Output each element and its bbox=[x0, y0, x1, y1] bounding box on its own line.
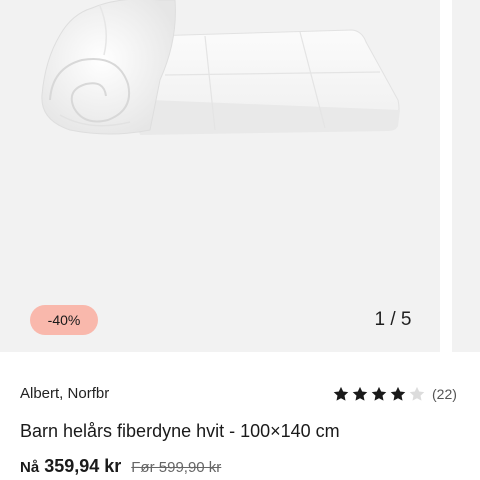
star-icon bbox=[352, 386, 368, 401]
discount-badge: -40% bbox=[30, 305, 98, 335]
product-image-gallery[interactable]: -40% 1 / 5 bbox=[0, 0, 440, 352]
price-row: Nå 359,94 kr Før 599,90 kr bbox=[20, 456, 221, 480]
product-image bbox=[41, 0, 400, 135]
star-icon bbox=[333, 386, 349, 401]
star-empty-icon bbox=[409, 386, 425, 401]
star-icon bbox=[390, 386, 406, 401]
image-pager: 1 / 5 bbox=[374, 309, 412, 330]
next-image-peek[interactable] bbox=[452, 0, 480, 352]
star-icon bbox=[371, 386, 387, 401]
price-now: 359,94 kr bbox=[44, 456, 122, 476]
product-rating[interactable]: (22) bbox=[332, 383, 457, 405]
price-now-label: Nå bbox=[20, 459, 40, 476]
price-before: Før 599,90 kr bbox=[131, 459, 222, 476]
review-count: (22) bbox=[432, 386, 457, 402]
product-brand[interactable]: Albert, Norfbr bbox=[20, 384, 109, 404]
product-title[interactable]: Barn helårs fiberdyne hvit - 100×140 cm bbox=[20, 419, 340, 443]
